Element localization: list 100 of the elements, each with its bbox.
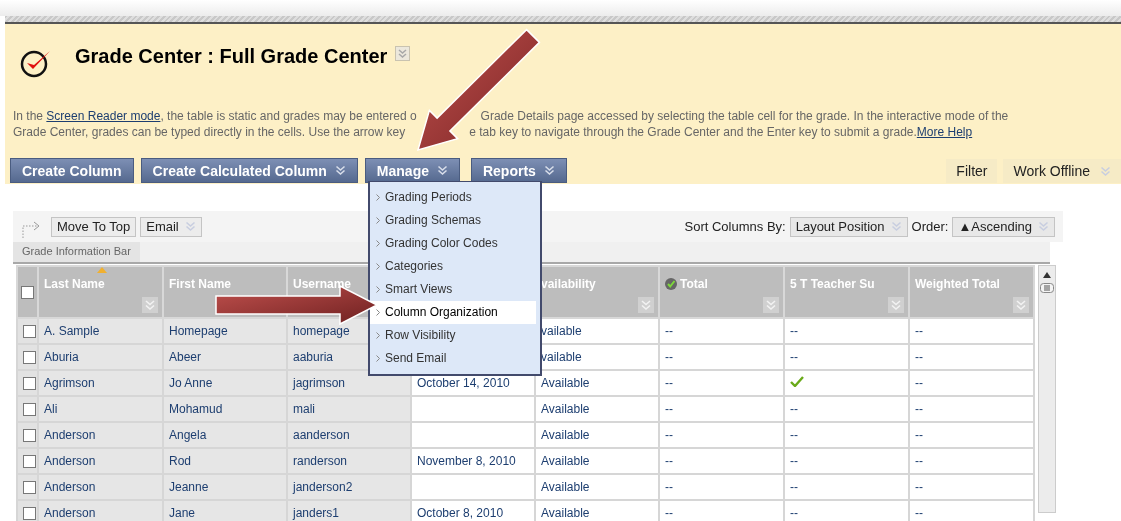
- table-cell: homepage: [293, 324, 350, 338]
- action-button[interactable]: Create Calculated Column: [140, 158, 358, 183]
- info-bar-tab[interactable]: Grade Information Bar: [13, 242, 140, 262]
- chevron-right-icon: [376, 309, 380, 316]
- check-circle-icon: [665, 278, 677, 290]
- action-button[interactable]: Reports: [470, 158, 567, 183]
- menu-item[interactable]: Column Organization: [370, 301, 536, 324]
- table-cell: Available: [541, 506, 590, 520]
- table-cell: --: [915, 506, 923, 520]
- sort-label: Sort Columns By:: [684, 219, 786, 234]
- table-cell: Mohamud: [169, 402, 223, 416]
- table-cell: Homepage: [169, 324, 228, 338]
- sort-select[interactable]: Layout Position: [789, 216, 908, 237]
- chevron-right-icon: [376, 286, 380, 293]
- column-title: Weighted Total: [915, 277, 1000, 291]
- table-cell: Available: [541, 428, 590, 442]
- table-cell: --: [790, 454, 798, 468]
- table-cell: --: [665, 350, 673, 364]
- column-title: vailability: [541, 277, 596, 291]
- table-cell: aaburia: [293, 350, 334, 364]
- table-cell: Jo Anne: [169, 376, 213, 390]
- menu-item[interactable]: Send Email: [370, 347, 536, 370]
- scroll-grip-icon[interactable]: [1040, 283, 1054, 293]
- description-text: In the: [13, 108, 45, 124]
- menu-item[interactable]: Row Visibility: [370, 324, 536, 347]
- order-label: Order:: [911, 219, 949, 234]
- checkbox[interactable]: [23, 429, 36, 443]
- column-title: Last Name: [44, 277, 105, 291]
- toolbar-button[interactable]: Move To Top: [51, 216, 137, 237]
- column-title: Username: [293, 277, 352, 291]
- description-text: e tab key to navigate through the Grade Center and the Enter key to submit a grade.: [469, 124, 917, 140]
- table-cell: --: [665, 402, 673, 416]
- checkbox[interactable]: [23, 507, 36, 521]
- table-cell: --: [790, 428, 798, 442]
- chevron-right-icon: [376, 240, 380, 247]
- table-cell: --: [915, 454, 923, 468]
- toolbar-button[interactable]: Filter: [946, 159, 998, 183]
- table-cell: --: [915, 376, 923, 390]
- table-cell: Anderson: [44, 506, 96, 520]
- table-cell: Available: [541, 402, 590, 416]
- help-link[interactable]: More Help: [916, 124, 973, 140]
- checkbox[interactable]: [23, 481, 36, 495]
- scroll-up-icon[interactable]: [1043, 272, 1051, 278]
- scrollbar[interactable]: [1038, 265, 1056, 513]
- table-cell: janders1: [293, 506, 340, 520]
- table-cell: --: [915, 428, 923, 442]
- table-cell: --: [915, 324, 923, 338]
- table-cell: Angela: [169, 428, 207, 442]
- table-cell: Anderson: [44, 480, 96, 494]
- table-cell: --: [915, 350, 923, 364]
- chevron-down-icon: [1038, 221, 1049, 232]
- column-title: First Name: [169, 277, 232, 291]
- checkbox[interactable]: [23, 351, 36, 365]
- table-cell: A. Sample: [44, 324, 100, 338]
- order-select[interactable]: ▲Ascending: [952, 216, 1055, 237]
- checkbox[interactable]: [21, 286, 34, 300]
- table-cell: --: [665, 480, 673, 494]
- table-cell: Jane: [169, 506, 196, 520]
- column-title: 5 T Teacher Su: [790, 277, 875, 291]
- table-cell: Available: [541, 480, 590, 494]
- menu-item[interactable]: Grading Color Codes: [370, 232, 536, 255]
- menu-item[interactable]: Grading Periods: [370, 186, 536, 209]
- table-cell: --: [790, 506, 798, 520]
- check-icon: [790, 376, 804, 387]
- action-button[interactable]: Manage: [364, 158, 460, 183]
- table-cell: Ali: [44, 402, 58, 416]
- table-cell: --: [665, 454, 673, 468]
- checkbox[interactable]: [23, 325, 36, 339]
- table-cell: --: [665, 506, 673, 520]
- table-cell: Agrimson: [44, 376, 95, 390]
- table-cell: Rod: [169, 454, 191, 468]
- chevron-right-icon: [376, 355, 380, 362]
- table-cell: --: [790, 324, 798, 338]
- menu-item[interactable]: Smart Views: [370, 278, 536, 301]
- toolbar-button[interactable]: Work Offline: [1003, 159, 1121, 183]
- table-cell: randerson: [293, 454, 348, 468]
- checkbox[interactable]: [23, 403, 36, 417]
- menu-item[interactable]: Grading Schemas: [370, 209, 536, 232]
- column-title: Total: [680, 277, 708, 291]
- table-cell: --: [790, 350, 798, 364]
- table-cell: --: [665, 428, 673, 442]
- table-cell: November 8, 2010: [417, 454, 516, 468]
- action-button[interactable]: Create Column: [10, 158, 134, 183]
- checkbox[interactable]: [23, 455, 36, 469]
- chevron-right-icon: [376, 217, 380, 224]
- table-cell: aanderson: [293, 428, 350, 442]
- menu-item[interactable]: Categories: [370, 255, 536, 278]
- table-cell: janderson2: [293, 480, 353, 494]
- table-cell: Jeanne: [169, 480, 209, 494]
- table-cell: Available: [541, 454, 590, 468]
- table-cell: October 14, 2010: [417, 376, 510, 390]
- checkbox[interactable]: [23, 377, 36, 391]
- table-cell: vailable: [541, 324, 582, 338]
- chevron-down-icon: [890, 221, 902, 232]
- table-cell: October 8, 2010: [417, 506, 504, 520]
- table-cell: Anderson: [44, 428, 96, 442]
- table-cell: Abeer: [169, 350, 202, 364]
- toolbar-button[interactable]: Email: [140, 216, 202, 237]
- table-cell: Anderson: [44, 454, 96, 468]
- table-cell: --: [790, 480, 798, 494]
